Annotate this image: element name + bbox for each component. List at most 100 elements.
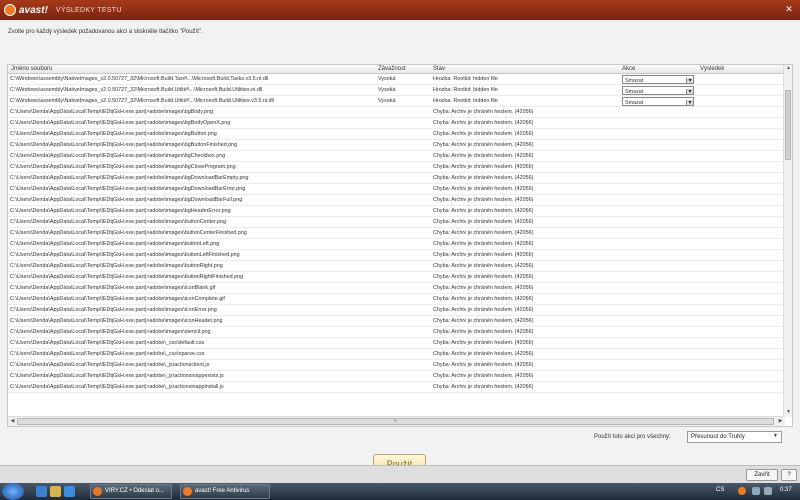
status-cell: Chyba: Archiv je chráněn heslem. (42056) <box>433 384 534 390</box>
file-name-cell: C:\Users\Denda\AppData\Local\Temp\IEDtjG… <box>10 219 227 225</box>
windows-taskbar: VIRY.CZ • Odeslat o... avast! Free Antiv… <box>0 483 800 500</box>
table-row[interactable]: C:\Users\Denda\AppData\Local\Temp\IEDtjG… <box>8 140 784 151</box>
scroll-right-icon[interactable]: ▶ <box>776 418 785 424</box>
table-row[interactable]: C:\Users\Denda\AppData\Local\Temp\IEDtjG… <box>8 239 784 250</box>
table-row[interactable]: C:\Users\Denda\AppData\Local\Temp\IEDtjG… <box>8 294 784 305</box>
table-row[interactable]: C:\Users\Denda\AppData\Local\Temp\IEDtjG… <box>8 228 784 239</box>
table-row[interactable]: C:\Users\Denda\AppData\Local\Temp\IEDtjG… <box>8 316 784 327</box>
avast-tray-icon[interactable] <box>738 487 746 495</box>
close-window-icon[interactable]: ✕ <box>782 3 796 16</box>
table-row[interactable]: C:\Users\Denda\AppData\Local\Temp\IEDtjG… <box>8 349 784 360</box>
file-name-cell: C:\Users\Denda\AppData\Local\Temp\IEDtjG… <box>10 241 220 247</box>
table-row[interactable]: C:\Users\Denda\AppData\Local\Temp\IEDtjG… <box>8 173 784 184</box>
volume-icon[interactable] <box>764 487 772 495</box>
action-value: Smazat <box>625 89 644 95</box>
chevron-down-icon[interactable]: ▼ <box>686 78 693 83</box>
file-name-cell: C:\Users\Denda\AppData\Local\Temp\IEDtjG… <box>10 142 238 148</box>
chevron-down-icon[interactable]: ▼ <box>686 100 693 105</box>
table-row[interactable]: C:\Users\Denda\AppData\Local\Temp\IEDtjG… <box>8 327 784 338</box>
column-header-status[interactable]: Stav <box>433 66 445 72</box>
table-row[interactable]: C:\Users\Denda\AppData\Local\Temp\IEDtjG… <box>8 118 784 129</box>
status-cell: Chyba: Archiv je chráněn heslem. (42056) <box>433 164 534 170</box>
clock[interactable]: 0:37 <box>780 487 792 493</box>
action-select[interactable]: Smazat ▼ <box>622 86 694 95</box>
window-title: VÝSLEDKY TESTU <box>55 6 122 14</box>
apply-all-label: Použít tuto akci pro všechny: <box>594 434 671 440</box>
status-cell: Hrozba: Rootkit: hidden file <box>433 87 498 93</box>
status-cell: Chyba: Archiv je chráněn heslem. (42056) <box>433 219 534 225</box>
apply-all-select[interactable]: Přesunout do Truhly ▼ <box>687 431 782 443</box>
file-name-cell: C:\Users\Denda\AppData\Local\Temp\IEDtjG… <box>10 362 210 368</box>
table-row[interactable]: C:\Users\Denda\AppData\Local\Temp\IEDtjG… <box>8 261 784 272</box>
status-cell: Chyba: Archiv je chráněn heslem. (42056) <box>433 285 534 291</box>
column-header-file[interactable]: Jméno souboru <box>11 66 52 72</box>
status-cell: Chyba: Archiv je chráněn heslem. (42056) <box>433 175 534 181</box>
status-cell: Chyba: Archiv je chráněn heslem. (42056) <box>433 120 534 126</box>
file-name-cell: C:\Users\Denda\AppData\Local\Temp\IEDtjG… <box>10 351 205 357</box>
ie-icon[interactable] <box>64 486 75 497</box>
file-name-cell: C:\Users\Denda\AppData\Local\Temp\IEDtjG… <box>10 208 231 214</box>
column-header-result[interactable]: Výsledek <box>700 66 724 72</box>
results-table: Jméno souboru Závažnost Stav Akce Výsled… <box>7 64 793 427</box>
table-row[interactable]: C:\Users\Denda\AppData\Local\Temp\IEDtjG… <box>8 184 784 195</box>
vertical-scroll-thumb[interactable] <box>785 90 791 160</box>
close-button[interactable]: Zavřít <box>746 469 778 481</box>
table-row[interactable]: C:\Users\Denda\AppData\Local\Temp\IEDtjG… <box>8 206 784 217</box>
table-body: C:\Windows\assembly\NativeImages_v2.0.50… <box>8 74 784 399</box>
table-row[interactable]: C:\Users\Denda\AppData\Local\Temp\IEDtjG… <box>8 371 784 382</box>
column-header-action[interactable]: Akce <box>622 66 635 72</box>
action-select[interactable]: Smazat ▼ <box>622 97 694 106</box>
main-content: Zvolte pro každý výsledek požadovanou ak… <box>0 20 800 475</box>
table-row[interactable]: C:\Windows\assembly\NativeImages_v2.0.50… <box>8 96 784 107</box>
chevron-down-icon[interactable]: ▼ <box>686 89 693 94</box>
explorer-icon[interactable] <box>50 486 61 497</box>
taskbar-task-firefox[interactable]: VIRY.CZ • Odeslat o... <box>90 484 172 499</box>
table-row[interactable]: C:\Users\Denda\AppData\Local\Temp\IEDtjG… <box>8 360 784 371</box>
show-desktop-icon[interactable] <box>36 486 47 497</box>
scroll-up-icon[interactable]: ▲ <box>784 65 792 73</box>
chevron-down-icon[interactable]: ▼ <box>771 433 780 441</box>
instruction-text: Zvolte pro každý výsledek požadovanou ak… <box>8 29 203 35</box>
status-cell: Hrozba: Rootkit: hidden file <box>433 76 498 82</box>
horizontal-scroll-thumb[interactable]: ≡ <box>17 418 774 425</box>
table-row[interactable]: C:\Users\Denda\AppData\Local\Temp\IEDtjG… <box>8 283 784 294</box>
status-cell: Chyba: Archiv je chráněn heslem. (42056) <box>433 109 534 115</box>
table-row[interactable]: C:\Windows\assembly\NativeImages_v2.0.50… <box>8 74 784 85</box>
table-row[interactable]: C:\Users\Denda\AppData\Local\Temp\IEDtjG… <box>8 129 784 140</box>
start-button[interactable] <box>2 483 24 500</box>
language-indicator[interactable]: CS <box>716 487 724 493</box>
avast-logo-icon <box>4 4 16 16</box>
table-row[interactable]: C:\Users\Denda\AppData\Local\Temp\IEDtjG… <box>8 107 784 118</box>
vertical-scrollbar[interactable]: ▲ ▼ <box>783 65 792 417</box>
table-row[interactable]: C:\Windows\assembly\NativeImages_v2.0.50… <box>8 85 784 96</box>
file-name-cell: C:\Users\Denda\AppData\Local\Temp\IEDtjG… <box>10 175 249 181</box>
action-value: Smazat <box>625 100 644 106</box>
table-row[interactable]: C:\Users\Denda\AppData\Local\Temp\IEDtjG… <box>8 151 784 162</box>
taskbar-task-avast[interactable]: avast! Free Antivirus <box>180 484 270 499</box>
scroll-left-icon[interactable]: ◀ <box>8 418 17 424</box>
status-cell: Chyba: Archiv je chráněn heslem. (42056) <box>433 351 534 357</box>
table-row[interactable]: C:\Users\Denda\AppData\Local\Temp\IEDtjG… <box>8 195 784 206</box>
task-label: avast! Free Antivirus <box>195 488 250 494</box>
scroll-down-icon[interactable]: ▼ <box>784 409 792 417</box>
table-row[interactable]: C:\Users\Denda\AppData\Local\Temp\IEDtjG… <box>8 338 784 349</box>
status-cell: Chyba: Archiv je chráněn heslem. (42056) <box>433 362 534 368</box>
avast-icon <box>183 487 192 496</box>
table-row[interactable]: C:\Users\Denda\AppData\Local\Temp\IEDtjG… <box>8 305 784 316</box>
file-name-cell: C:\Users\Denda\AppData\Local\Temp\IEDtjG… <box>10 318 223 324</box>
apply-all-value: Přesunout do Truhly <box>691 434 745 440</box>
horizontal-scrollbar[interactable]: ◀ ≡ ▶ <box>8 416 785 426</box>
table-row[interactable]: C:\Users\Denda\AppData\Local\Temp\IEDtjG… <box>8 217 784 228</box>
status-cell: Chyba: Archiv je chráněn heslem. (42056) <box>433 153 534 159</box>
table-row[interactable]: C:\Users\Denda\AppData\Local\Temp\IEDtjG… <box>8 382 784 393</box>
help-button[interactable]: ? <box>781 469 797 481</box>
column-header-severity[interactable]: Závažnost <box>378 66 406 72</box>
action-select[interactable]: Smazat ▼ <box>622 75 694 84</box>
table-row[interactable]: C:\Users\Denda\AppData\Local\Temp\IEDtjG… <box>8 250 784 261</box>
status-cell: Chyba: Archiv je chráněn heslem. (42056) <box>433 197 534 203</box>
network-icon[interactable] <box>752 487 760 495</box>
table-row[interactable]: C:\Users\Denda\AppData\Local\Temp\IEDtjG… <box>8 272 784 283</box>
status-cell: Chyba: Archiv je chráněn heslem. (42056) <box>433 307 534 313</box>
file-name-cell: C:\Windows\assembly\NativeImages_v2.0.50… <box>10 76 269 82</box>
table-row[interactable]: C:\Users\Denda\AppData\Local\Temp\IEDtjG… <box>8 162 784 173</box>
